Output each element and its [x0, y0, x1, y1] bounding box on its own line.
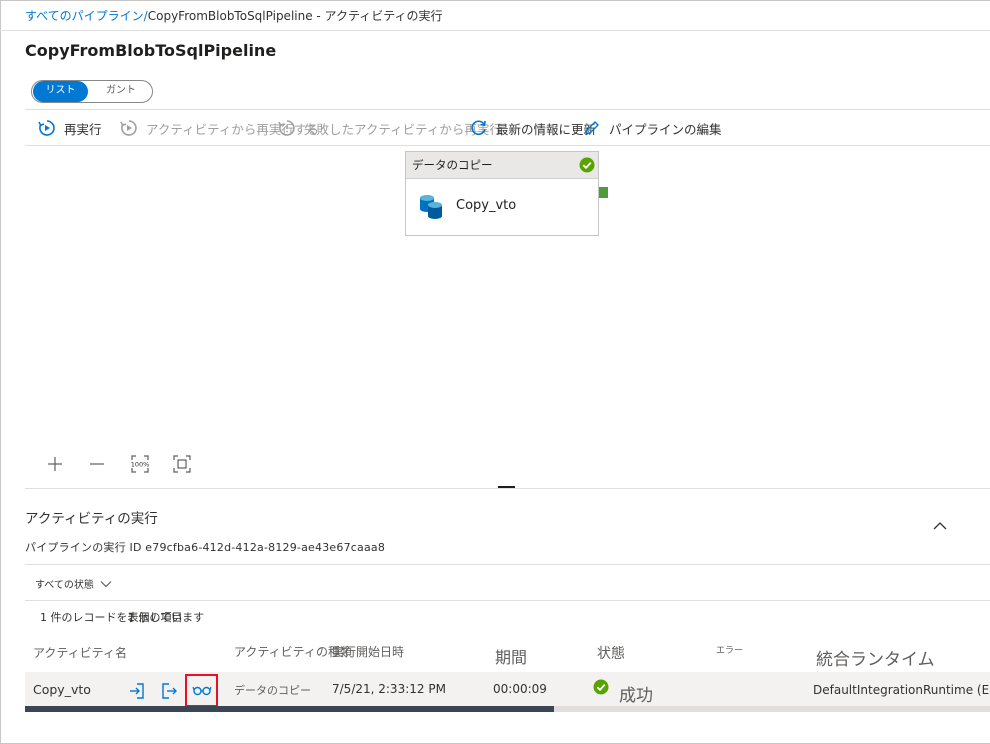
chevron-up-icon[interactable]	[933, 521, 947, 531]
header-divider	[0, 30, 990, 31]
input-icon[interactable]	[128, 682, 146, 700]
col-header-status: 状態	[597, 646, 625, 662]
breadcrumb: すべてのパイプライン/CopyFromBlobToSqlPipeline - ア…	[25, 7, 443, 24]
toolbar-top-divider	[25, 109, 990, 110]
toggle-list[interactable]: リスト	[33, 81, 88, 102]
window-frame	[0, 0, 990, 744]
refresh-icon	[471, 120, 486, 136]
zoom-in-icon[interactable]	[46, 455, 64, 473]
zoom-100-label: 100%	[131, 461, 149, 469]
activity-output-connector[interactable]	[599, 187, 608, 198]
status-filter-label: すべての状態	[35, 580, 94, 591]
col-header-start: 実行開始日時	[332, 645, 405, 659]
copy-data-icon	[420, 195, 442, 219]
pane-splitter-handle[interactable]	[498, 486, 515, 488]
status-filter-dropdown[interactable]: すべての状態	[35, 576, 112, 591]
zoom-out-icon[interactable]	[88, 455, 106, 473]
chevron-down-icon	[100, 580, 112, 587]
record-count: 1 件のレコードを表示しています 1 個の項目	[40, 609, 204, 625]
col-header-duration: 期間	[495, 648, 528, 667]
activity-card-header: データのコピー	[406, 152, 598, 179]
rerun-button[interactable]: 再実行	[38, 118, 102, 138]
zoom-100-icon[interactable]: 100%	[131, 455, 149, 473]
col-header-name: アクティビティ名	[33, 646, 127, 660]
row-activity-type: データのコピー	[234, 684, 311, 697]
rerun-icon	[38, 120, 55, 136]
view-toggle: リスト ガント	[31, 80, 153, 103]
edit-pipeline-button[interactable]: パイプラインの編集	[583, 118, 722, 138]
col-header-runtime: 統合ランタイム	[816, 650, 935, 670]
row-activity-name: Copy_vto	[33, 682, 91, 697]
activity-card-type: データのコピー	[412, 158, 493, 172]
item-count-overlay: 1 個の項目	[128, 611, 183, 624]
activity-card[interactable]: データのコピー Copy_vto	[405, 151, 599, 236]
row-duration: 00:00:09	[493, 682, 547, 696]
activity-card-body: Copy_vto	[406, 179, 598, 235]
success-check-icon	[579, 157, 595, 173]
page-title: CopyFromBlobToSqlPipeline	[25, 41, 277, 60]
filter-bottom-divider	[25, 600, 990, 601]
filter-top-divider	[25, 564, 990, 565]
horizontal-scrollbar-thumb[interactable]	[25, 706, 554, 712]
breadcrumb-current: CopyFromBlobToSqlPipeline - アクティビティの実行	[147, 9, 443, 23]
canvas-divider	[25, 488, 990, 489]
rerun-from-failed-icon	[278, 120, 295, 136]
rerun-from-failed-button[interactable]: 失敗したアクティビティから再実行	[278, 118, 502, 138]
edit-pipeline-label: パイプラインの編集	[609, 121, 722, 137]
activity-card-name: Copy_vto	[456, 198, 517, 213]
row-integration-runtime: DefaultIntegrationRuntime (East US)	[813, 683, 990, 697]
output-icon[interactable]	[160, 682, 178, 700]
toolbar-bottom-divider	[25, 145, 990, 146]
refresh-button[interactable]: 最新の情報に更新	[470, 118, 596, 138]
col-header-error: エラー	[716, 646, 744, 656]
fit-to-screen-icon[interactable]	[173, 455, 191, 473]
activity-runs-title: アクティビティの実行	[25, 511, 158, 527]
row-status: 成功	[619, 686, 653, 706]
pipeline-run-id: パイプラインの実行 ID e79cfba6-412d-412a-8129-ae4…	[25, 541, 386, 554]
rerun-from-activity-icon	[120, 120, 137, 136]
details-highlight-box	[185, 674, 218, 707]
toggle-gantt[interactable]: ガント	[92, 81, 150, 102]
breadcrumb-all-pipelines-link[interactable]: すべてのパイプライン/	[25, 9, 148, 23]
row-start-time: 7/5/21, 2:33:12 PM	[332, 682, 446, 696]
success-check-icon	[593, 679, 609, 695]
rerun-label: 再実行	[64, 121, 102, 137]
refresh-label: 最新の情報に更新	[496, 121, 597, 137]
pencil-icon	[585, 121, 599, 135]
